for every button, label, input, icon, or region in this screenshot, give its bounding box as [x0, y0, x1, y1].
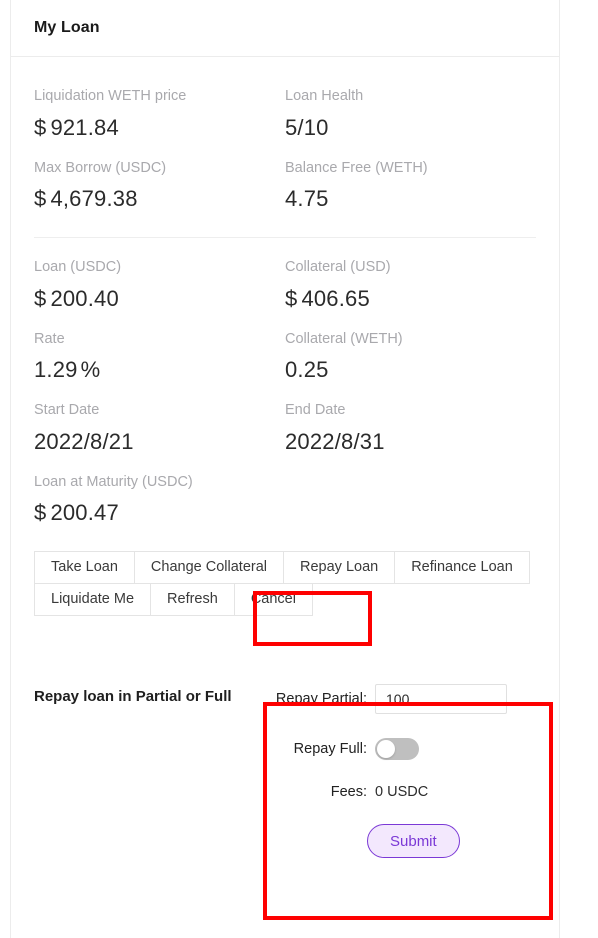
- stat-label-collateral-weth: Collateral (WETH): [285, 330, 403, 347]
- value-text: 2022/8/21: [34, 428, 134, 454]
- change-collateral-button[interactable]: Change Collateral: [133, 551, 284, 584]
- value-text: 921.84: [50, 114, 119, 140]
- repay-loan-button[interactable]: Repay Loan: [283, 551, 396, 584]
- submit-row: Submit: [262, 824, 536, 858]
- loan-summary-stats: Liquidation WETH price Loan Health $921.…: [34, 57, 536, 210]
- repay-full-field-row: Repay Full:: [262, 738, 536, 760]
- stat-label-loan-health: Loan Health: [285, 88, 364, 104]
- cancel-button[interactable]: Cancel: [233, 583, 313, 616]
- stat-label-rate: Rate: [34, 330, 65, 347]
- repay-full-label: Repay Full:: [293, 741, 367, 757]
- stat-label-empty: [285, 453, 536, 490]
- value-text: 200.40: [50, 285, 119, 311]
- action-button-row-2: Liquidate Me Refresh Cancel: [34, 583, 536, 616]
- value-text: 4,679.38: [50, 186, 138, 211]
- stat-label-liquidation-weth-price: Liquidation WETH price: [34, 88, 187, 104]
- stat-label-end-date: End Date: [285, 402, 346, 418]
- value-text: 5/10: [285, 114, 329, 140]
- value-text: 200.47: [50, 500, 119, 525]
- toggle-knob-icon: [377, 740, 395, 758]
- repay-form-section: Repay loan in Partial or Full Repay Part…: [34, 616, 536, 858]
- fees-field-row: Fees: 0 USDC: [262, 784, 536, 800]
- value-text: 406.65: [301, 285, 370, 311]
- action-button-row-1: Take Loan Change Collateral Repay Loan R…: [34, 551, 536, 584]
- value-text: 2022/8/31: [285, 428, 385, 454]
- stat-value-max-borrow: $4,679.38: [34, 175, 285, 210]
- stat-label-loan-at-maturity: Loan at Maturity (USDC): [34, 473, 193, 490]
- card-header: My Loan: [11, 0, 559, 57]
- stat-value-liquidation-weth-price: $921.84: [34, 104, 285, 139]
- currency-symbol: $: [285, 285, 298, 311]
- stat-label-loan-usdc: Loan (USDC): [34, 259, 122, 275]
- stat-value-loan-usdc: $200.40: [34, 275, 285, 310]
- repay-partial-input[interactable]: [375, 684, 507, 714]
- stat-value-end-date: 2022/8/31: [285, 418, 536, 453]
- stat-label-start-date: Start Date: [34, 402, 100, 418]
- refresh-button[interactable]: Refresh: [150, 583, 235, 616]
- stat-value-start-date: 2022/8/21: [34, 418, 285, 453]
- refinance-loan-button[interactable]: Refinance Loan: [394, 551, 530, 584]
- page-title: My Loan: [34, 19, 100, 36]
- repay-form-heading: Repay loan in Partial or Full: [34, 688, 232, 705]
- currency-symbol: $: [34, 285, 47, 311]
- fees-label: Fees:: [330, 784, 367, 800]
- repay-partial-field-row: Repay Partial:: [262, 684, 536, 714]
- repay-full-toggle[interactable]: [375, 738, 419, 760]
- stat-value-empty: [285, 489, 536, 524]
- loan-action-buttons: Take Loan Change Collateral Repay Loan R…: [34, 524, 536, 616]
- take-loan-button[interactable]: Take Loan: [34, 551, 135, 584]
- repay-partial-label: Repay Partial:: [275, 691, 367, 707]
- stat-value-collateral-usd: $406.65: [285, 275, 536, 310]
- card-body: Liquidation WETH price Loan Health $921.…: [11, 57, 559, 858]
- value-text: 1.29: [34, 357, 78, 382]
- submit-button[interactable]: Submit: [367, 824, 460, 858]
- currency-symbol: $: [34, 114, 47, 140]
- stat-value-collateral-weth: 0.25: [285, 346, 536, 381]
- my-loan-card: My Loan Liquidation WETH price Loan Heal…: [10, 0, 560, 938]
- liquidate-me-button[interactable]: Liquidate Me: [34, 583, 152, 616]
- percent-symbol: %: [80, 357, 101, 382]
- loan-detail-stats: Loan (USDC) Collateral (USD) $200.40 $40…: [34, 238, 536, 524]
- stat-label-collateral-usd: Collateral (USD): [285, 259, 391, 275]
- stat-label-max-borrow: Max Borrow (USDC): [34, 159, 167, 176]
- stat-label-balance-free: Balance Free (WETH): [285, 159, 428, 176]
- stat-value-loan-health: 5/10: [285, 104, 536, 139]
- value-text: 0.25: [285, 357, 329, 382]
- stat-value-rate: 1.29%: [34, 346, 285, 381]
- fees-value: 0 USDC: [375, 784, 429, 800]
- value-text: 4.75: [285, 186, 329, 211]
- stat-value-loan-at-maturity: $200.47: [34, 489, 285, 524]
- repay-form-fields: Repay Partial: Repay Full: Fees: 0 USDC …: [262, 666, 536, 858]
- currency-symbol: $: [34, 186, 47, 211]
- currency-symbol: $: [34, 500, 47, 525]
- stat-value-balance-free: 4.75: [285, 175, 536, 210]
